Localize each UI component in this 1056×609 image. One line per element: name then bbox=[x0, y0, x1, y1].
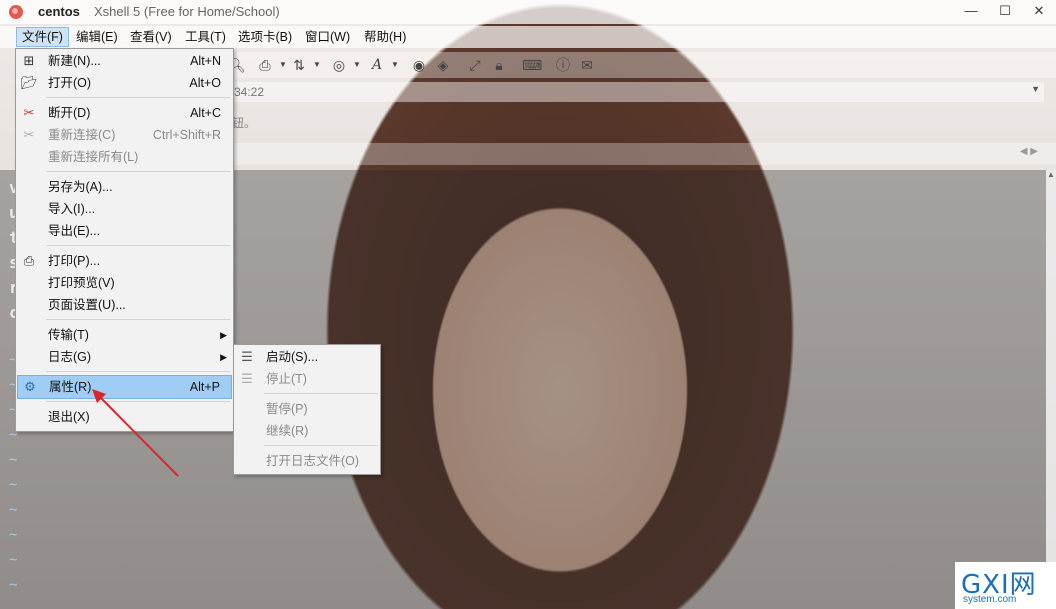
font-icon[interactable]: A bbox=[368, 56, 386, 74]
menu-item-open[interactable]: 📂︎ 打开(O) Alt+O bbox=[17, 72, 232, 94]
menu-item-properties[interactable]: ⚙ 属性(R) Alt+P bbox=[17, 375, 232, 399]
menu-separator bbox=[46, 171, 230, 172]
menu-separator bbox=[46, 371, 230, 372]
window-app-title: Xshell 5 (Free for Home/School) bbox=[94, 4, 280, 19]
terminal-tilde: ~ bbox=[9, 577, 18, 593]
globe-dropdown-icon[interactable]: ▼ bbox=[348, 56, 366, 74]
menu-item-print-preview[interactable]: 打印预览(V) bbox=[17, 272, 232, 294]
menu-file[interactable]: 文件(F) bbox=[16, 27, 69, 47]
session-tabs-bar: ◀ ▶ bbox=[232, 143, 1056, 165]
address-text: 34:22 bbox=[234, 85, 265, 99]
menu-item-import[interactable]: 导入(I)... bbox=[17, 198, 232, 220]
address-dropdown-icon[interactable]: ▼ bbox=[1031, 84, 1040, 94]
menu-tabs[interactable]: 选项卡(B) bbox=[233, 28, 297, 46]
menu-item-exit[interactable]: 退出(X) bbox=[17, 406, 232, 428]
terminal-tilde: ~ bbox=[9, 552, 18, 568]
log-stop-icon: ☰ bbox=[241, 371, 253, 386]
lock-icon[interactable]: 🔒︎ bbox=[490, 56, 508, 74]
menu-edit[interactable]: 编辑(E) bbox=[71, 28, 123, 46]
window-session-name: centos bbox=[38, 4, 80, 19]
menu-item-transfer[interactable]: 传输(T) ▶ bbox=[17, 324, 232, 346]
hint-text: 钮。 bbox=[232, 116, 257, 130]
menu-item-log[interactable]: 日志(G) ▶ bbox=[17, 346, 232, 368]
globe-icon[interactable]: ◎ bbox=[330, 56, 348, 74]
xshell-app-icon bbox=[9, 5, 23, 19]
menu-item-reconnect[interactable]: ✂ 重新连接(C) Ctrl+Shift+R bbox=[17, 124, 232, 146]
scroll-up-icon[interactable]: ▲ bbox=[1046, 170, 1056, 182]
menu-bar: 文件(F) 编辑(E) 查看(V) 工具(T) 选项卡(B) 窗口(W) 帮助(… bbox=[0, 26, 1056, 48]
menu-item-page-setup[interactable]: 页面设置(U)... bbox=[17, 294, 232, 316]
maximize-button[interactable]: ☐ bbox=[988, 0, 1022, 24]
transfer-icon[interactable]: ⇅ bbox=[290, 56, 308, 74]
watermark: GXI网 system.com bbox=[955, 562, 1056, 609]
menu-item-print[interactable]: ⎙ 打印(P)... bbox=[17, 250, 232, 272]
submenu-item-log-pause[interactable]: 暂停(P) bbox=[235, 398, 379, 420]
toolbar: 🔍︎ ⎙ ▼ ⇅ ▼ ◎ ▼ A ▼ ◉ ◈ ⤢ 🔒︎ ⌨ ⓘ ✉ bbox=[228, 52, 1056, 78]
submenu-item-open-log-file[interactable]: 打开日志文件(O) bbox=[235, 450, 379, 472]
menu-item-reconnect-all[interactable]: 重新连接所有(L) bbox=[17, 146, 232, 168]
menu-item-new[interactable]: ⊞ 新建(N)... Alt+N bbox=[17, 50, 232, 72]
new-session-icon: ⊞ bbox=[23, 53, 35, 68]
menu-item-save-as[interactable]: 另存为(A)... bbox=[17, 176, 232, 198]
terminal-tilde: ~ bbox=[9, 452, 18, 468]
font-dropdown-icon[interactable]: ▼ bbox=[386, 56, 404, 74]
submenu-item-log-resume[interactable]: 继续(R) bbox=[235, 420, 379, 442]
watermark-url: system.com bbox=[963, 594, 1017, 605]
terminal-tilde: ~ bbox=[9, 527, 18, 543]
folder-open-icon: 📂︎ bbox=[21, 75, 38, 90]
menu-separator bbox=[264, 445, 378, 446]
reconnect-icon: ✂ bbox=[23, 127, 35, 142]
fullscreen-icon[interactable]: ⤢ bbox=[466, 56, 484, 74]
file-menu-dropdown: ⊞ 新建(N)... Alt+N 📂︎ 打开(O) Alt+O ✂ 断开(D) … bbox=[15, 48, 234, 432]
terminal-tilde: ~ bbox=[9, 477, 18, 493]
menu-separator bbox=[46, 245, 230, 246]
submenu-arrow-icon: ▶ bbox=[220, 352, 227, 362]
properties-icon: ⚙ bbox=[24, 379, 36, 394]
tab-scroll-icon[interactable]: ◀ ▶ bbox=[1020, 146, 1038, 157]
print-icon[interactable]: ⎙ bbox=[256, 56, 274, 74]
help-icon[interactable]: ⓘ bbox=[554, 56, 572, 74]
transfer-dropdown-icon[interactable]: ▼ bbox=[308, 56, 326, 74]
menu-help[interactable]: 帮助(H) bbox=[359, 28, 411, 46]
chat-icon[interactable]: ✉ bbox=[578, 56, 596, 74]
menu-view[interactable]: 查看(V) bbox=[125, 28, 177, 46]
menu-separator bbox=[46, 97, 230, 98]
title-bar: centos Xshell 5 (Free for Home/School) —… bbox=[0, 0, 1056, 24]
menu-tools[interactable]: 工具(T) bbox=[180, 28, 231, 46]
submenu-item-log-stop[interactable]: ☰ 停止(T) bbox=[235, 368, 379, 390]
address-bar[interactable]: 34:22 ▼ bbox=[232, 82, 1044, 102]
submenu-arrow-icon: ▶ bbox=[220, 330, 227, 340]
log-start-icon: ☰ bbox=[241, 349, 253, 364]
log-submenu: ☰ 启动(S)... ☰ 停止(T) 暂停(P) 继续(R) 打开日志文件(O) bbox=[233, 344, 381, 475]
menu-item-export[interactable]: 导出(E)... bbox=[17, 220, 232, 242]
menu-window[interactable]: 窗口(W) bbox=[300, 28, 355, 46]
close-button[interactable]: ✕ bbox=[1022, 0, 1056, 24]
submenu-item-log-start[interactable]: ☰ 启动(S)... bbox=[235, 346, 379, 368]
keyboard-icon[interactable]: ⌨ bbox=[522, 56, 542, 74]
terminal-scrollbar[interactable] bbox=[1046, 170, 1056, 609]
printer-icon: ⎙ bbox=[23, 253, 35, 268]
menu-separator bbox=[46, 319, 230, 320]
menu-separator bbox=[264, 393, 378, 394]
minimize-button[interactable]: — bbox=[954, 0, 988, 24]
terminal-tilde: ~ bbox=[9, 502, 18, 518]
xftp-icon[interactable]: ◉ bbox=[410, 56, 428, 74]
disconnect-icon: ✂ bbox=[23, 105, 35, 120]
menu-item-disconnect[interactable]: ✂ 断开(D) Alt+C bbox=[17, 102, 232, 124]
menu-separator bbox=[46, 401, 230, 402]
xmanager-icon[interactable]: ◈ bbox=[434, 56, 452, 74]
